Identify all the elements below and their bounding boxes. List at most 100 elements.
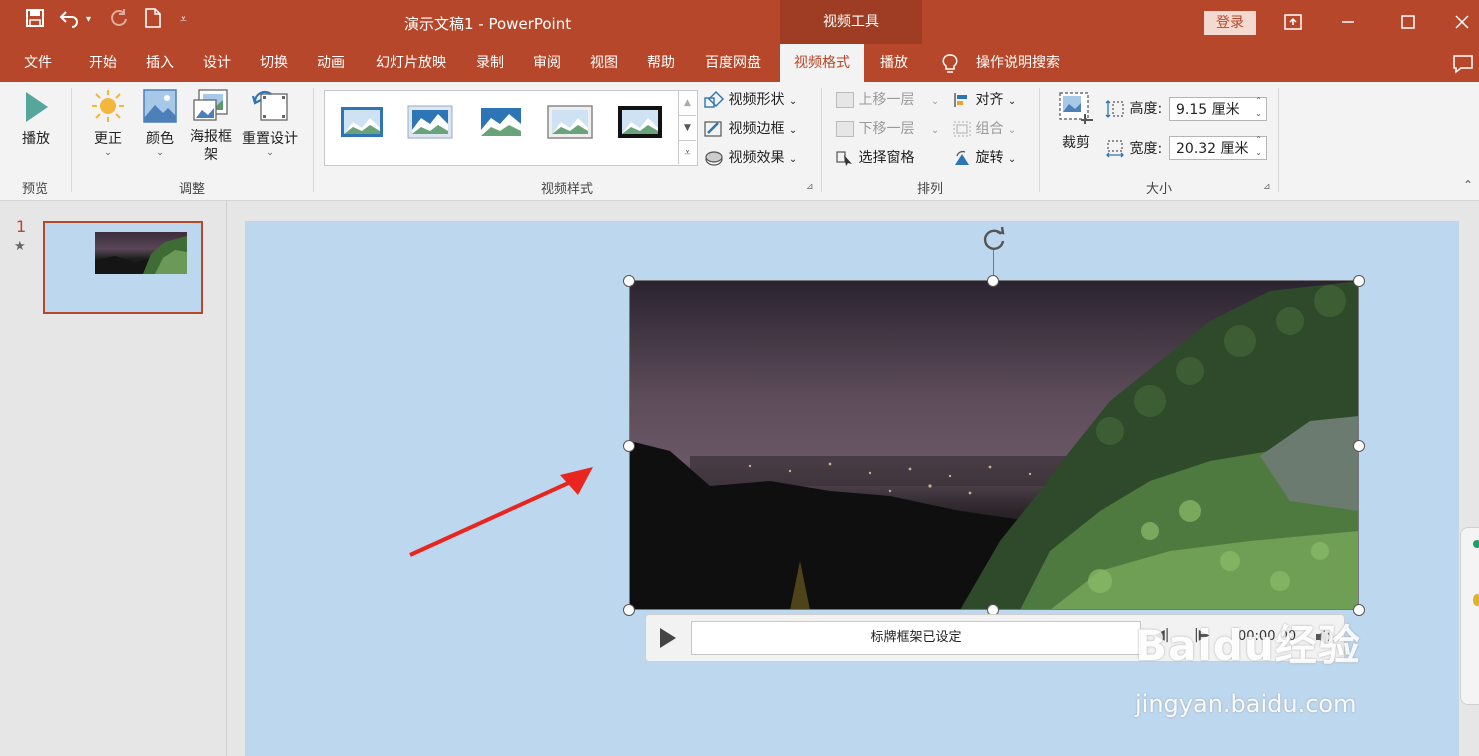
slide-number: 1 — [16, 217, 27, 236]
collapse-ribbon-icon[interactable]: ⌃ — [1463, 178, 1473, 192]
chevron-down-icon: ⌄ — [1007, 96, 1017, 107]
minimize-icon[interactable] — [1338, 12, 1358, 32]
tab-baidu-netdisk[interactable]: 百度网盘 — [695, 44, 771, 82]
group-objects-label: 组合 — [975, 121, 1004, 137]
crop-icon — [1059, 92, 1093, 124]
tab-transitions[interactable]: 切换 — [249, 44, 299, 82]
chevron-down-icon: ⌄ — [788, 96, 798, 107]
gallery-up-icon[interactable]: ▲ — [679, 91, 696, 115]
close-icon[interactable] — [1452, 12, 1472, 32]
tab-record[interactable]: 录制 — [465, 44, 515, 82]
tab-review[interactable]: 审阅 — [522, 44, 572, 82]
crop-button[interactable]: 裁剪 — [1054, 90, 1098, 152]
resize-handle[interactable] — [1353, 275, 1365, 287]
poster-frame-icon — [193, 89, 228, 121]
video-style-thumb[interactable] — [547, 105, 593, 139]
tab-slideshow[interactable]: 幻灯片放映 — [365, 44, 457, 82]
gallery-more-icon[interactable]: ⩡ — [679, 140, 696, 165]
undo-dropdown-icon[interactable]: ▾ — [86, 14, 91, 25]
height-input[interactable]: 9.15 厘米 ⌃ ⌄ — [1169, 94, 1267, 121]
login-button[interactable]: 登录 — [1204, 11, 1256, 35]
play-button[interactable]: 播放 — [10, 90, 62, 158]
width-control: 宽度: — [1105, 138, 1162, 160]
ribbon-tabs: 文件 开始 插入 设计 切换 动画 幻灯片放映 录制 审阅 视图 帮助 百度网盘… — [0, 44, 1479, 82]
video-style-thumb[interactable] — [478, 105, 524, 139]
tab-animations[interactable]: 动画 — [306, 44, 356, 82]
resize-handle[interactable] — [623, 275, 635, 287]
bring-forward-button[interactable]: 上移一层 ⌄ — [836, 89, 939, 111]
resize-handle[interactable] — [623, 440, 635, 452]
separator — [313, 88, 314, 192]
tab-help[interactable]: 帮助 — [636, 44, 686, 82]
width-input[interactable]: 20.32 厘米 ⌃ ⌄ — [1169, 133, 1267, 160]
undo-icon[interactable] — [57, 8, 83, 34]
ribbon-display-icon[interactable] — [1283, 12, 1303, 32]
baidu-watermark: Baidu经验 — [1135, 621, 1361, 670]
send-backward-label: 下移一层 — [858, 121, 915, 137]
tab-file[interactable]: 文件 — [12, 44, 64, 82]
spin-arrows-icon[interactable]: ⌃ ⌄ — [1255, 94, 1262, 120]
new-file-icon[interactable] — [140, 8, 166, 34]
maximize-icon[interactable] — [1398, 12, 1418, 32]
selection-pane-label: 选择窗格 — [858, 150, 915, 166]
tell-me-search[interactable]: 操作说明搜索 — [970, 44, 1066, 82]
dialog-launcher-icon[interactable]: ⊿ — [1263, 182, 1271, 192]
video-effects-button[interactable]: 视频效果 ⌄ — [704, 147, 797, 169]
width-icon — [1106, 140, 1124, 158]
group-label-preview: 预览 — [21, 182, 48, 197]
status-dot-icon — [1473, 594, 1479, 606]
gallery-down-icon[interactable]: ▼ — [679, 115, 696, 140]
separator — [1278, 88, 1279, 192]
tab-view[interactable]: 视图 — [579, 44, 629, 82]
align-icon — [954, 93, 967, 107]
reset-design-label: 重置设计 — [242, 131, 298, 147]
video-style-thumb[interactable] — [339, 105, 385, 139]
video-styles-gallery — [324, 90, 698, 166]
tab-design[interactable]: 设计 — [192, 44, 242, 82]
chevron-down-icon: ⌄ — [788, 125, 798, 136]
resize-handle[interactable] — [987, 275, 999, 287]
customize-icon[interactable]: ⩡ — [180, 12, 187, 27]
play-icon[interactable] — [656, 625, 680, 651]
save-icon[interactable] — [22, 8, 48, 34]
selection-pane-button[interactable]: 选择窗格 — [836, 147, 914, 169]
video-style-thumb[interactable] — [407, 105, 453, 139]
comments-icon[interactable] — [1452, 54, 1474, 74]
rotate-button[interactable]: 旋转 ⌄ — [953, 147, 1016, 169]
corrections-button[interactable]: 更正 ⌄ — [84, 88, 132, 158]
chevron-down-icon: ⌄ — [1007, 125, 1017, 136]
group-objects-button[interactable]: 组合 ⌄ — [953, 118, 1016, 140]
dialog-launcher-icon[interactable]: ⊿ — [806, 182, 814, 192]
spin-arrows-icon[interactable]: ⌃ ⌄ — [1255, 133, 1262, 159]
reset-design-button[interactable]: 重置设计 ⌄ — [238, 88, 302, 158]
resize-handle[interactable] — [1353, 440, 1365, 452]
tab-video-format[interactable]: 视频格式 — [780, 44, 864, 82]
resize-handle[interactable] — [623, 604, 635, 616]
video-frame[interactable] — [630, 281, 1359, 610]
video-style-thumb[interactable] — [617, 105, 663, 139]
tab-home[interactable]: 开始 — [78, 44, 128, 82]
annotation-arrow — [409, 467, 593, 557]
window-title: 演示文稿1 - PowerPoint — [404, 15, 572, 33]
side-widget[interactable] — [1460, 527, 1479, 705]
width-value: 20.32 厘米 — [1176, 141, 1249, 157]
align-button[interactable]: 对齐 ⌄ — [953, 89, 1016, 111]
width-label: 宽度: — [1129, 141, 1163, 157]
crop-label: 裁剪 — [1062, 135, 1090, 151]
tab-insert[interactable]: 插入 — [135, 44, 185, 82]
rotate-icon — [955, 150, 969, 165]
poster-frame-button[interactable]: 海报框架 — [186, 88, 236, 164]
send-backward-button[interactable]: 下移一层 ⌄ — [836, 118, 939, 140]
group-objects-icon — [953, 121, 971, 137]
video-border-button[interactable]: 视频边框 ⌄ — [704, 118, 797, 140]
separator — [1039, 88, 1040, 192]
video-shape-button[interactable]: 视频形状 ⌄ — [704, 89, 797, 111]
animation-star-icon: ★ — [14, 239, 26, 254]
align-label: 对齐 — [975, 92, 1004, 108]
slide-thumbnail[interactable] — [43, 221, 203, 314]
tab-playback[interactable]: 播放 — [868, 44, 920, 82]
color-button[interactable]: 颜色 ⌄ — [138, 88, 182, 158]
redo-icon[interactable] — [106, 8, 132, 34]
rotate-handle-icon[interactable] — [981, 226, 1007, 252]
selection-pane-icon — [836, 151, 852, 166]
